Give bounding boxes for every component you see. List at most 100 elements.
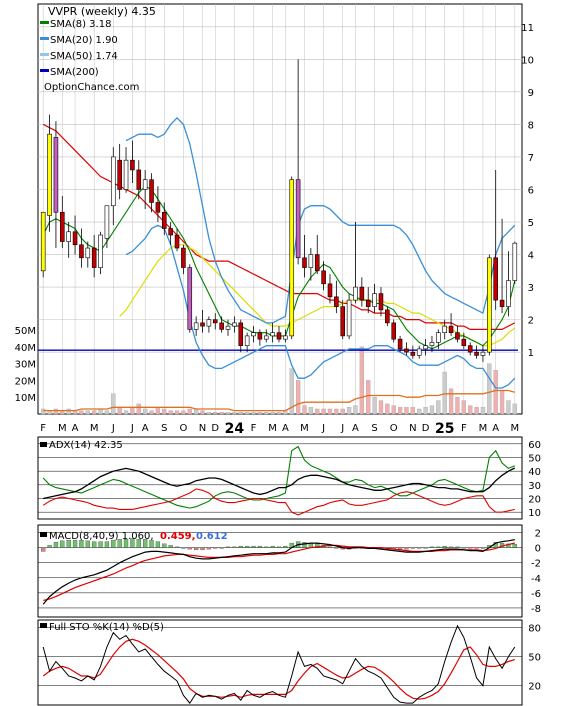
- stochastic-marker-icon: [40, 623, 47, 628]
- x-label-3: M: [90, 423, 99, 434]
- macd-hist-bar-20: [168, 545, 173, 548]
- macd-hist-bar-37: [276, 546, 282, 548]
- volume-bar-72: [499, 390, 505, 415]
- candle-body-41: [302, 257, 307, 268]
- candle-body-46: [334, 296, 339, 307]
- volume-bar-27: [213, 412, 218, 415]
- macd-hist-bar-66: [461, 547, 466, 549]
- volume-bar-34: [257, 412, 263, 415]
- candle-body-16: [142, 179, 148, 190]
- volume-bar-24: [194, 408, 199, 415]
- volume-bar-35: [264, 412, 269, 415]
- volume-bar-69: [480, 407, 486, 415]
- candle-body-12: [117, 159, 122, 190]
- macd-hist-bar-10: [104, 541, 110, 548]
- volume-bar-18: [155, 407, 161, 415]
- candle-body-13: [123, 159, 129, 190]
- adx-tick-4: 20: [528, 495, 541, 506]
- candle-body-27: [212, 319, 218, 324]
- adx-panel: 60 50 40 30 20 10 ADX(14) 42.35: [37, 436, 541, 520]
- macd-hist-bar-31: [238, 545, 243, 548]
- volume-bar-52: [372, 397, 377, 415]
- macd-tick-3: -4: [531, 574, 541, 585]
- volume-bar-68: [474, 407, 479, 415]
- volume-bar-20: [168, 410, 173, 415]
- candle-body-24: [193, 322, 199, 330]
- volume-bar-46: [334, 408, 339, 415]
- x-label-9: N: [199, 423, 206, 434]
- x-label-27: M: [510, 423, 519, 434]
- macd-hist-bar-34: [257, 545, 263, 548]
- candle-body-1: [47, 133, 52, 216]
- candle-body-8: [91, 247, 97, 268]
- macd-hist-bar-27: [213, 547, 218, 549]
- adx-tick-0: 60: [528, 440, 541, 451]
- price-tick-8: 3: [528, 283, 534, 294]
- price-tick-5: 6: [528, 185, 534, 196]
- candle-body-4: [66, 231, 71, 242]
- candle-body-74: [512, 242, 518, 281]
- x-label-2: A: [72, 423, 79, 434]
- x-label-24: F: [461, 423, 467, 434]
- legend-sma20: SMA(20) 1.90: [50, 35, 118, 46]
- volume-bar-58: [410, 407, 415, 415]
- volume-bar-74: [512, 403, 517, 415]
- candle-body-31: [238, 322, 244, 346]
- stock-chart: 1110987654321 50M40M30M20M10M VVPR (week…: [15, 3, 541, 706]
- macd-hist-bar-33: [251, 545, 256, 548]
- macd-hist-bar-36: [270, 545, 275, 548]
- candle-body-65: [455, 332, 460, 340]
- volume-bar-47: [340, 408, 345, 415]
- x-label-21: N: [409, 423, 416, 434]
- volume-bar-9: [98, 408, 103, 415]
- macd-hist-bar-9: [98, 541, 103, 548]
- adx-axis-ticks: 60 50 40 30 20 10: [528, 440, 541, 519]
- macd-hist-bar-24: [194, 547, 199, 551]
- adx-tick-5: 10: [528, 508, 541, 519]
- macd-hist-bar-61: [429, 546, 435, 548]
- volume-bar-16: [143, 408, 148, 415]
- watermark: OptionChance.com: [44, 82, 139, 93]
- volume-bar-6: [79, 410, 84, 415]
- volume-bar-25: [200, 410, 205, 415]
- volume-bar-21: [174, 410, 180, 415]
- macd-hist-bar-21: [174, 546, 180, 548]
- volume-bar-62: [436, 400, 441, 415]
- macd-hist-bar-68: [474, 547, 479, 549]
- x-label-7: S: [161, 423, 167, 434]
- volume-axis-ticks: 50M 40M 30M 20M 10M: [15, 326, 36, 404]
- x-label-1: M: [58, 423, 67, 434]
- volume-bar-73: [506, 400, 511, 415]
- macd-hist-bar-69: [480, 547, 486, 549]
- volume-bar-7: [85, 410, 90, 415]
- candle-body-49: [353, 286, 358, 301]
- price-tick-1: 10: [521, 55, 534, 66]
- price-panel-frame: [37, 3, 523, 415]
- candle-body-48: [346, 299, 352, 337]
- candle-body-5: [72, 231, 78, 246]
- macd-hist-bar-28: [219, 547, 224, 549]
- macd-hist-bar-62: [436, 546, 441, 548]
- x-label-0: F: [40, 423, 46, 434]
- candle-body-37: [276, 332, 282, 340]
- candle-body-15: [136, 169, 142, 190]
- candle-body-67: [467, 345, 473, 353]
- volume-bar-64: [448, 388, 454, 415]
- volume-bar-10: [104, 410, 110, 415]
- volume-bar-4: [66, 408, 71, 415]
- price-tick-0: 11: [521, 23, 534, 34]
- volume-tick-2: 30M: [15, 360, 36, 371]
- macd-axis-ticks: 2 0 -2 -4 -6 -8: [531, 529, 541, 615]
- candle-body-73: [506, 280, 511, 307]
- macd-hist-bar-32: [245, 545, 250, 548]
- macd-panel: 2 0 -2 -4 -6 -8 MACD(8,40,9) 1.060, 0.459, 0.…: [37, 524, 541, 618]
- x-label-5: J: [130, 423, 134, 434]
- candle-body-64: [448, 325, 454, 333]
- chart-title: VVPR (weekly) 4.35: [48, 5, 156, 18]
- candle-body-47: [340, 306, 346, 337]
- macd-tick-2: -2: [531, 559, 541, 570]
- legend-swatch-sma200: [40, 69, 49, 72]
- candle-body-26: [206, 319, 212, 327]
- candle-body-70: [487, 257, 492, 353]
- macd-hist-bar-46: [334, 547, 339, 549]
